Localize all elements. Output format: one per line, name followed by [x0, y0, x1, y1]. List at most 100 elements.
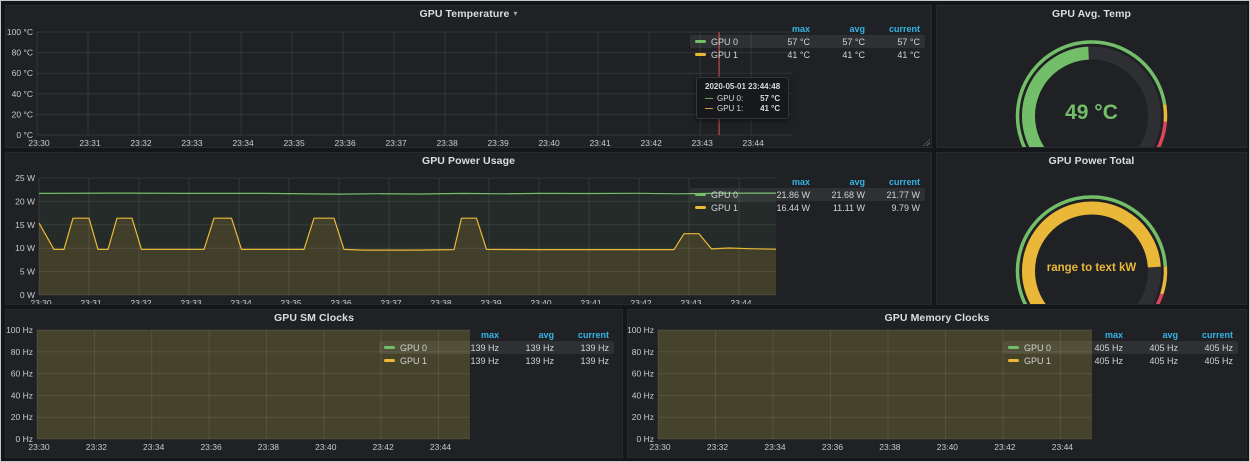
legend-series-value: 405 Hz — [1068, 343, 1123, 353]
svg-text:23:38: 23:38 — [879, 442, 901, 452]
legend-series-row[interactable]: GPU 0139 Hz139 Hz139 Hz — [379, 341, 614, 354]
legend-series-row[interactable]: GPU 057 °C57 °C57 °C — [690, 35, 925, 48]
legend-series-row[interactable]: GPU 021.86 W21.68 W21.77 W — [690, 188, 925, 201]
chevron-down-icon[interactable]: ▾ — [513, 10, 517, 18]
legend-column-header[interactable]: current — [554, 330, 609, 340]
series-color-swatch — [695, 206, 706, 209]
panel-header[interactable]: GPU Memory Clocks — [628, 310, 1246, 325]
legend-series-name[interactable]: GPU 1 — [400, 356, 427, 366]
legend-series-value: 139 Hz — [499, 356, 554, 366]
legend-series-value: 139 Hz — [499, 343, 554, 353]
svg-text:23:43: 23:43 — [692, 138, 714, 148]
legend-series-value: 41 °C — [865, 50, 920, 60]
legend-header-row: maxavgcurrent — [1003, 328, 1238, 341]
svg-text:23:41: 23:41 — [589, 138, 611, 148]
legend-series-name[interactable]: GPU 1 — [1024, 356, 1051, 366]
svg-text:23:39: 23:39 — [480, 298, 502, 305]
svg-text:23:43: 23:43 — [680, 298, 702, 305]
panel-gpu-memory-clocks: GPU Memory Clocks 0 Hz20 Hz40 Hz60 Hz80 … — [627, 309, 1247, 458]
legend-series-value: 405 Hz — [1068, 356, 1123, 366]
legend-series-row[interactable]: GPU 1405 Hz405 Hz405 Hz — [1003, 354, 1238, 367]
chart-legend: maxavgcurrentGPU 057 °C57 °C57 °CGPU 141… — [690, 22, 925, 61]
legend-series-value: 405 Hz — [1123, 356, 1178, 366]
chart-legend: maxavgcurrentGPU 0139 Hz139 Hz139 HzGPU … — [379, 328, 614, 367]
series-color-swatch — [1008, 359, 1019, 362]
legend-series-name[interactable]: GPU 1 — [711, 50, 738, 60]
legend-column-header[interactable]: current — [1178, 330, 1233, 340]
svg-text:23:32: 23:32 — [707, 442, 729, 452]
svg-text:20 W: 20 W — [15, 196, 35, 206]
svg-text:20 Hz: 20 Hz — [632, 412, 654, 422]
gauge-chart — [937, 177, 1246, 305]
legend-series-name[interactable]: GPU 0 — [711, 190, 738, 200]
series-color-dash: — — [705, 104, 713, 113]
legend-series-value: 11.11 W — [810, 203, 865, 213]
panel-gpu-temperature: GPU Temperature ▾ 0 °C20 °C40 °C60 °C80 … — [5, 5, 932, 148]
svg-text:23:40: 23:40 — [530, 298, 552, 305]
time-series-chart[interactable]: 0 W5 W10 W15 W20 W25 W23:3023:3123:3223:… — [6, 169, 782, 305]
legend-series-row[interactable]: GPU 1139 Hz139 Hz139 Hz — [379, 354, 614, 367]
panel-header[interactable]: GPU Temperature ▾ — [6, 6, 931, 21]
panel-title: GPU Power Total — [1049, 155, 1135, 167]
svg-text:5 W: 5 W — [20, 267, 35, 277]
legend-series-name[interactable]: GPU 0 — [711, 37, 738, 47]
legend-column-header[interactable]: avg — [810, 24, 865, 34]
panel-gpu-power-total: GPU Power Total range to text kW — [936, 152, 1247, 305]
legend-series-name[interactable]: GPU 0 — [400, 343, 427, 353]
panel-resize-handle[interactable] — [922, 138, 930, 146]
panel-title: GPU Temperature — [419, 8, 509, 20]
legend-series-row[interactable]: GPU 116.44 W11.11 W9.79 W — [690, 201, 925, 214]
svg-text:23:36: 23:36 — [200, 442, 222, 452]
legend-column-header[interactable]: current — [865, 24, 920, 34]
svg-text:23:34: 23:34 — [143, 442, 165, 452]
legend-column-header[interactable]: avg — [810, 177, 865, 187]
panel-header[interactable]: GPU Power Usage — [6, 153, 931, 168]
series-color-swatch — [695, 40, 706, 43]
legend-series-row[interactable]: GPU 0405 Hz405 Hz405 Hz — [1003, 341, 1238, 354]
svg-text:80 Hz: 80 Hz — [632, 347, 654, 357]
gauge-value: 49 °C — [937, 101, 1246, 125]
panel-header[interactable]: GPU SM Clocks — [6, 310, 622, 325]
svg-text:60 Hz: 60 Hz — [632, 369, 654, 379]
tooltip-timestamp: 2020-05-01 23:44:48 — [705, 82, 780, 91]
legend-series-name[interactable]: GPU 1 — [711, 203, 738, 213]
legend-series-value: 21.68 W — [810, 190, 865, 200]
legend-series-value: 139 Hz — [554, 356, 609, 366]
legend-column-header[interactable]: max — [1068, 330, 1123, 340]
time-series-chart[interactable]: 0 °C20 °C40 °C60 °C80 °C100 °C23:3023:31… — [6, 22, 798, 148]
svg-text:23:42: 23:42 — [372, 442, 394, 452]
svg-text:23:30: 23:30 — [30, 298, 52, 305]
svg-text:23:34: 23:34 — [232, 138, 254, 148]
svg-text:23:44: 23:44 — [430, 442, 452, 452]
legend-column-header[interactable]: avg — [1123, 330, 1178, 340]
panel-header[interactable]: GPU Power Total — [937, 153, 1246, 168]
legend-series-value: 139 Hz — [444, 356, 499, 366]
panel-title: GPU Power Usage — [422, 155, 515, 167]
svg-text:23:31: 23:31 — [80, 298, 102, 305]
legend-column-header[interactable]: avg — [499, 330, 554, 340]
legend-series-value: 16.44 W — [755, 203, 810, 213]
svg-text:23:34: 23:34 — [230, 298, 252, 305]
legend-column-header[interactable]: max — [755, 177, 810, 187]
svg-text:23:38: 23:38 — [430, 298, 452, 305]
svg-text:23:39: 23:39 — [487, 138, 509, 148]
legend-series-value: 57 °C — [865, 37, 920, 47]
svg-text:40 Hz: 40 Hz — [11, 390, 33, 400]
svg-text:25 W: 25 W — [15, 173, 35, 183]
legend-column-header[interactable]: max — [444, 330, 499, 340]
series-color-swatch — [384, 346, 395, 349]
legend-series-value: 21.77 W — [865, 190, 920, 200]
svg-text:23:37: 23:37 — [380, 298, 402, 305]
series-color-swatch — [384, 359, 395, 362]
svg-text:23:44: 23:44 — [1052, 442, 1074, 452]
gauge-chart — [937, 22, 1246, 148]
legend-series-name[interactable]: GPU 0 — [1024, 343, 1051, 353]
legend-column-header[interactable]: current — [865, 177, 920, 187]
legend-series-row[interactable]: GPU 141 °C41 °C41 °C — [690, 48, 925, 61]
svg-text:23:44: 23:44 — [743, 138, 765, 148]
svg-text:23:34: 23:34 — [764, 442, 786, 452]
svg-text:23:31: 23:31 — [79, 138, 101, 148]
chart-legend: maxavgcurrentGPU 021.86 W21.68 W21.77 WG… — [690, 175, 925, 214]
panel-header[interactable]: GPU Avg. Temp — [937, 6, 1246, 21]
legend-column-header[interactable]: max — [755, 24, 810, 34]
